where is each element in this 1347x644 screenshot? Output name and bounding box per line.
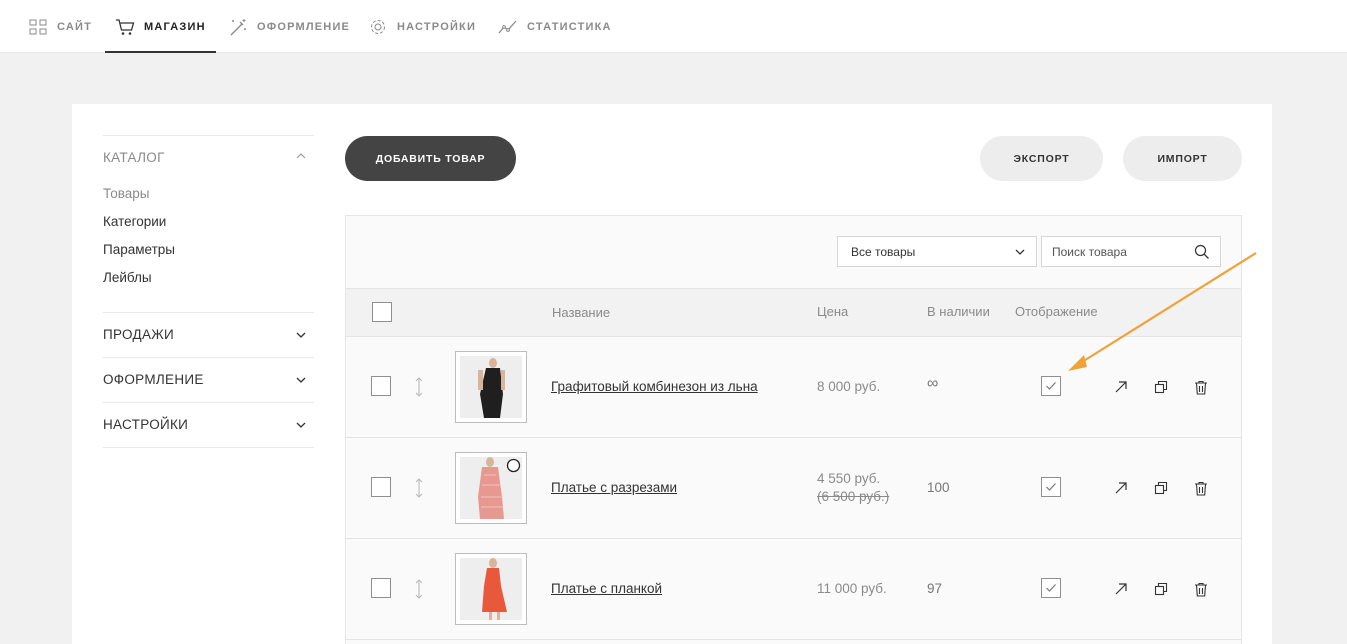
divider xyxy=(103,447,314,448)
column-header-price[interactable]: Цена xyxy=(817,304,848,319)
nav-item-label: НАСТРОЙКИ xyxy=(397,20,477,33)
delete-product-button[interactable] xyxy=(1192,580,1210,598)
copy-icon xyxy=(1154,380,1168,394)
sidebar-section-catalog[interactable]: КАТАЛОГ xyxy=(103,150,165,165)
copy-icon xyxy=(1154,582,1168,596)
nav-item-settings[interactable]: НАСТРОЙКИ xyxy=(368,0,476,53)
trash-icon xyxy=(1195,481,1207,496)
sidebar-item-categories[interactable]: Категории xyxy=(103,214,166,229)
trash-icon xyxy=(1195,582,1207,597)
annotation-arrow-icon xyxy=(1068,252,1257,371)
select-all-checkbox[interactable] xyxy=(372,302,392,322)
grid-icon xyxy=(28,17,48,37)
duplicate-product-button[interactable] xyxy=(1152,479,1170,497)
magic-wand-icon xyxy=(228,17,248,37)
cart-icon xyxy=(115,17,135,37)
label-badge-icon xyxy=(506,458,521,473)
product-price: 11 000 руб. xyxy=(817,581,887,596)
chevron-down-icon[interactable] xyxy=(295,331,307,339)
nav-item-shop[interactable]: МАГАЗИН xyxy=(105,0,216,53)
drag-handle-icon[interactable] xyxy=(414,477,424,499)
drag-handle-icon[interactable] xyxy=(414,578,424,600)
import-button[interactable]: ИМПОРТ xyxy=(1123,136,1242,181)
product-image xyxy=(460,356,522,418)
gear-icon xyxy=(368,17,388,37)
check-icon xyxy=(1046,382,1056,390)
select-value: Все товары xyxy=(851,244,916,259)
nav-item-design[interactable]: ОФОРМЛЕНИЕ xyxy=(228,0,350,53)
product-price: 8 000 руб. xyxy=(817,379,881,394)
copy-icon xyxy=(1154,481,1168,495)
drag-handle-icon[interactable] xyxy=(414,376,424,398)
visibility-checkbox[interactable] xyxy=(1041,477,1061,497)
column-header-name[interactable]: Название xyxy=(552,305,610,320)
row-checkbox[interactable] xyxy=(371,376,391,396)
add-product-button[interactable]: ДОБАВИТЬ ТОВАР xyxy=(345,136,516,181)
delete-product-button[interactable] xyxy=(1192,378,1210,396)
chevron-up-icon[interactable] xyxy=(295,152,307,160)
top-navigation: САЙТ МАГАЗИН ОФОРМЛЕНИЕ НАСТРОЙКИ СТАТИС… xyxy=(0,0,1347,53)
open-product-button[interactable] xyxy=(1112,580,1130,598)
row-checkbox[interactable] xyxy=(371,578,391,598)
nav-item-label: МАГАЗИН xyxy=(144,20,206,33)
sidebar-item-products[interactable]: Товары xyxy=(103,186,149,201)
open-product-button[interactable] xyxy=(1112,378,1130,396)
nav-item-site[interactable]: САЙТ xyxy=(28,0,92,53)
sidebar-item-labels[interactable]: Лейблы xyxy=(103,270,152,285)
duplicate-product-button[interactable] xyxy=(1152,378,1170,396)
sidebar-section-settings[interactable]: НАСТРОЙКИ xyxy=(103,417,188,432)
product-thumbnail[interactable] xyxy=(455,351,527,423)
product-stock: 100 xyxy=(927,480,950,495)
column-header-stock[interactable]: В наличии xyxy=(927,304,990,319)
open-product-button[interactable] xyxy=(1112,479,1130,497)
nav-item-label: САЙТ xyxy=(57,20,93,33)
arrow-up-right-icon xyxy=(1115,482,1127,494)
arrow-up-right-icon xyxy=(1115,583,1127,595)
chevron-down-icon xyxy=(1015,249,1025,255)
visibility-checkbox[interactable] xyxy=(1041,578,1061,598)
export-button[interactable]: ЭКСПОРТ xyxy=(980,136,1103,181)
product-stock: ∞ xyxy=(927,375,939,392)
sidebar-item-parameters[interactable]: Параметры xyxy=(103,242,175,257)
product-price: 4 550 руб. xyxy=(817,471,881,486)
divider xyxy=(103,135,314,136)
product-filter-select[interactable]: Все товары xyxy=(837,236,1037,267)
product-name-link[interactable]: Платье с разрезами xyxy=(551,480,677,495)
sidebar-section-sales[interactable]: ПРОДАЖИ xyxy=(103,327,174,342)
visibility-checkbox[interactable] xyxy=(1041,376,1061,396)
row-checkbox[interactable] xyxy=(371,477,391,497)
nav-item-label: СТАТИСТИКА xyxy=(527,20,612,33)
sidebar-section-design[interactable]: ОФОРМЛЕНИЕ xyxy=(103,372,204,387)
product-old-price: (6 500 руб.) xyxy=(817,489,890,504)
check-icon xyxy=(1046,483,1056,491)
chart-line-icon xyxy=(498,17,518,37)
divider xyxy=(103,357,314,358)
product-name-link[interactable]: Платье с планкой xyxy=(551,581,662,596)
product-stock: 97 xyxy=(927,581,943,596)
divider xyxy=(103,312,314,313)
nav-item-label: ОФОРМЛЕНИЕ xyxy=(257,20,351,33)
delete-product-button[interactable] xyxy=(1192,479,1210,497)
check-icon xyxy=(1046,584,1056,592)
product-thumbnail[interactable] xyxy=(455,553,527,625)
nav-item-stats[interactable]: СТАТИСТИКА xyxy=(498,0,612,53)
duplicate-product-button[interactable] xyxy=(1152,580,1170,598)
product-image xyxy=(460,558,522,620)
chevron-down-icon[interactable] xyxy=(295,421,307,429)
trash-icon xyxy=(1195,380,1207,395)
divider xyxy=(103,402,314,403)
chevron-down-icon[interactable] xyxy=(295,376,307,384)
product-name-link[interactable]: Графитовый комбинезон из льна xyxy=(551,379,758,394)
arrow-up-right-icon xyxy=(1115,381,1127,393)
